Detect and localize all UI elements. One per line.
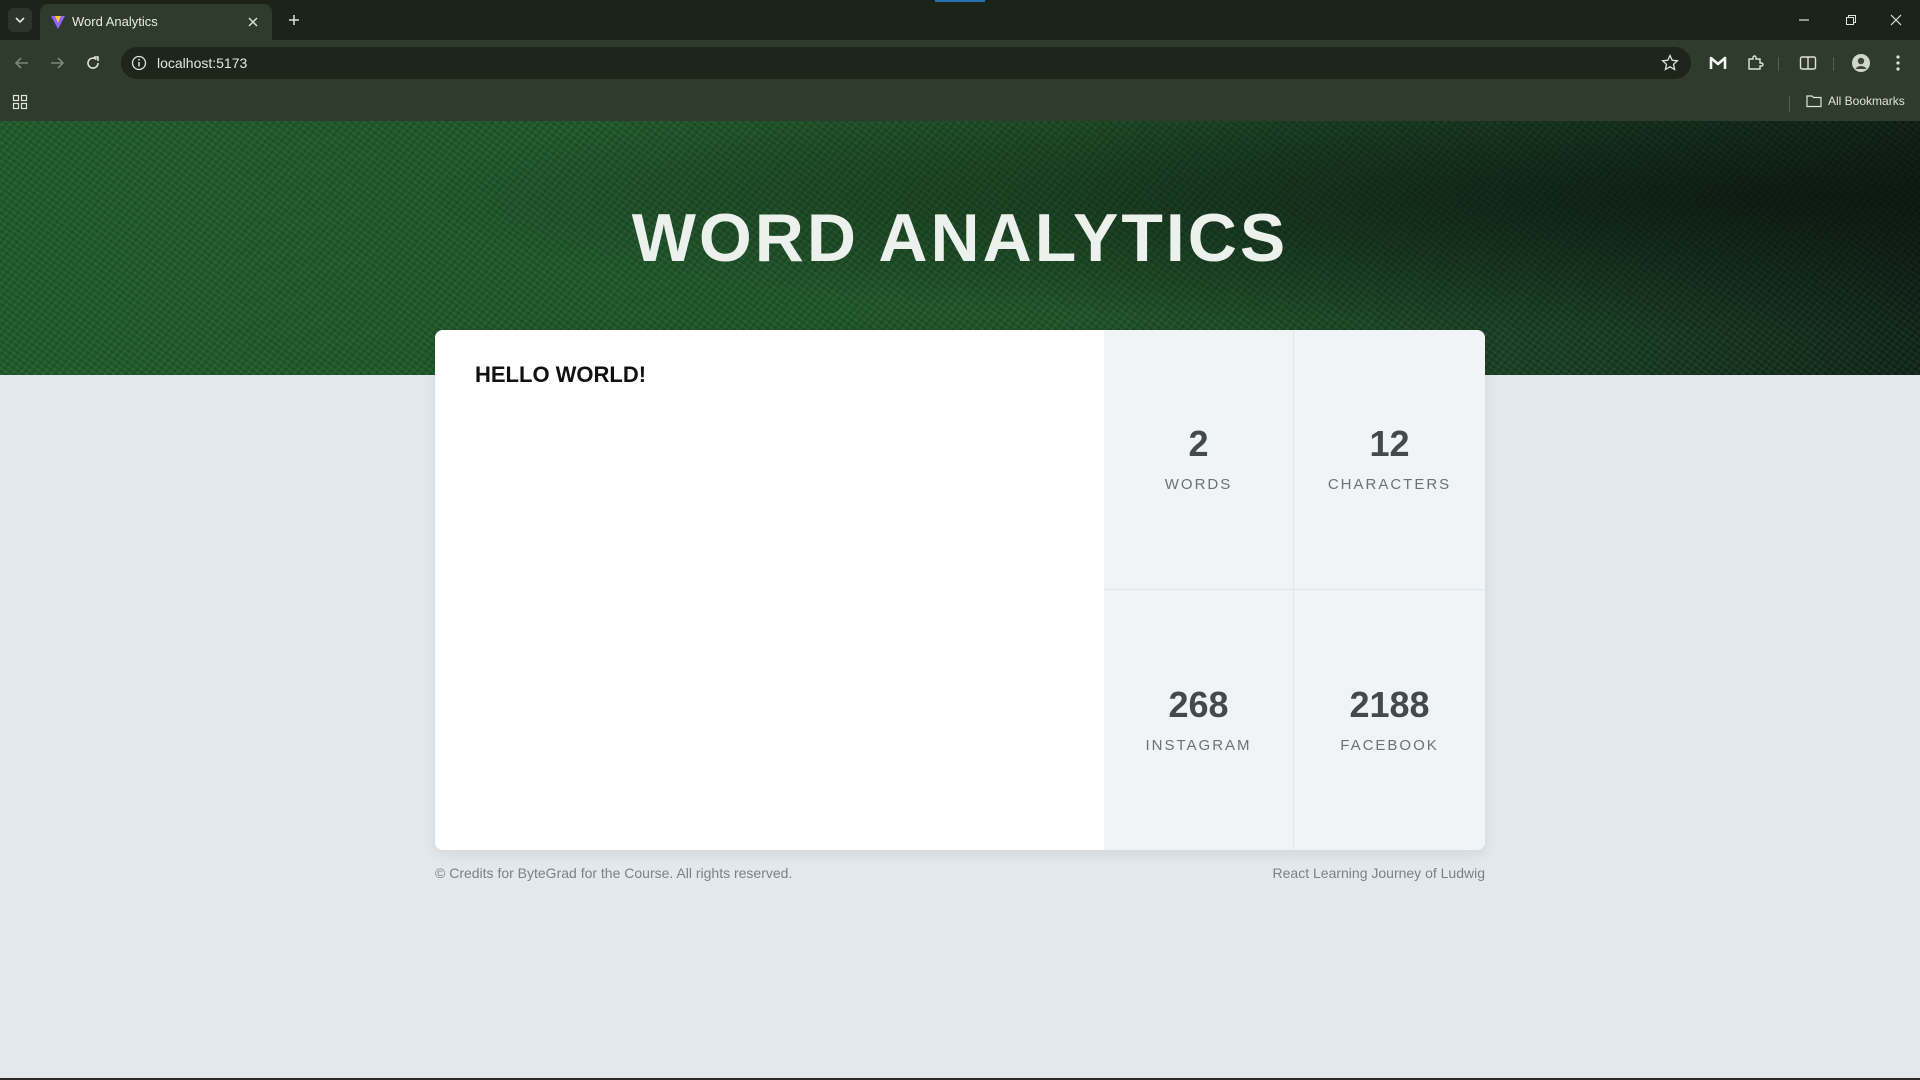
- footer-credits: © Credits for ByteGrad for the Course. A…: [435, 865, 793, 881]
- text-input-area[interactable]: HELLO WORLD!: [435, 330, 1104, 850]
- forward-button[interactable]: [45, 51, 69, 75]
- all-bookmarks-button[interactable]: All Bookmarks: [1806, 94, 1905, 108]
- new-tab-button[interactable]: [282, 8, 306, 32]
- active-tab[interactable]: Word Analytics: [40, 4, 272, 40]
- bookmarks-bar: All Bookmarks: [0, 86, 1920, 121]
- menu-button[interactable]: [1887, 52, 1909, 74]
- profile-button[interactable]: [1850, 52, 1872, 74]
- all-bookmarks-label: All Bookmarks: [1828, 94, 1905, 108]
- page-title: WORD ANALYTICS: [0, 199, 1920, 277]
- stat-characters: 12 CHARACTERS: [1294, 330, 1485, 590]
- avatar-icon: [1852, 54, 1870, 72]
- tab-close-button[interactable]: [244, 13, 262, 31]
- toolbar-divider: [1833, 57, 1834, 71]
- footer-tagline: React Learning Journey of Ludwig: [1272, 865, 1485, 881]
- reload-button[interactable]: [81, 51, 105, 75]
- browser-tab-bar: Word Analytics: [0, 0, 1920, 40]
- m-extension-icon: [1709, 56, 1727, 69]
- bookmarks-divider: [1789, 96, 1790, 112]
- puzzle-icon: [1748, 55, 1764, 70]
- tab-search-button[interactable]: [8, 8, 32, 32]
- reload-icon: [87, 56, 99, 69]
- more-vertical-icon: [1896, 55, 1900, 71]
- window-drag-indicator: [935, 0, 985, 2]
- address-bar[interactable]: localhost:5173: [121, 47, 1691, 79]
- back-button[interactable]: [10, 51, 34, 75]
- extensions-button[interactable]: [1744, 52, 1766, 74]
- minimize-button[interactable]: [1792, 8, 1816, 32]
- stat-words: 2 WORDS: [1104, 330, 1294, 590]
- stat-facebook: 2188 FACEBOOK: [1294, 590, 1485, 850]
- apps-grid-icon[interactable]: [12, 94, 28, 110]
- stat-number: 268: [1168, 683, 1229, 725]
- restore-button[interactable]: [1839, 8, 1863, 32]
- tab-title: Word Analytics: [72, 14, 158, 29]
- minimize-icon: [1799, 19, 1809, 21]
- arrow-right-icon: [51, 57, 65, 69]
- analytics-card: HELLO WORLD! 2 WORDS 12 CHARACTERS 268 I…: [435, 330, 1485, 850]
- arrow-left-icon: [14, 57, 28, 69]
- stat-instagram: 268 INSTAGRAM: [1104, 590, 1294, 850]
- browser-toolbar: localhost:5173: [0, 40, 1920, 86]
- url-text[interactable]: localhost:5173: [157, 55, 247, 71]
- reading-mode-icon: [1799, 56, 1817, 70]
- restore-icon: [1846, 15, 1856, 25]
- stat-label: CHARACTERS: [1327, 476, 1452, 493]
- stat-number: 12: [1369, 423, 1410, 464]
- stat-label: FACEBOOK: [1340, 736, 1439, 754]
- stat-number: 2: [1188, 423, 1209, 464]
- folder-icon: [1806, 95, 1822, 108]
- toolbar-divider: [1778, 57, 1779, 71]
- chevron-down-icon: [15, 17, 25, 24]
- plus-icon: [289, 15, 299, 25]
- vite-favicon-icon: [51, 16, 65, 29]
- stats-panel: 2 WORDS 12 CHARACTERS 268 INSTAGRAM 2188…: [1104, 330, 1485, 850]
- stat-label: INSTAGRAM: [1145, 736, 1252, 754]
- extension-m-button[interactable]: [1707, 52, 1729, 74]
- close-icon: [248, 17, 258, 27]
- reading-mode-button[interactable]: [1797, 52, 1819, 74]
- stat-number: 2188: [1349, 683, 1430, 725]
- title-bold-word: WORD: [631, 200, 860, 276]
- stat-label: WORDS: [1164, 476, 1233, 493]
- title-light-word: ANALYTICS: [878, 200, 1289, 276]
- info-icon[interactable]: [131, 55, 147, 71]
- close-window-button[interactable]: [1884, 8, 1908, 32]
- close-icon: [1890, 14, 1902, 26]
- bookmark-star-icon[interactable]: [1661, 54, 1679, 72]
